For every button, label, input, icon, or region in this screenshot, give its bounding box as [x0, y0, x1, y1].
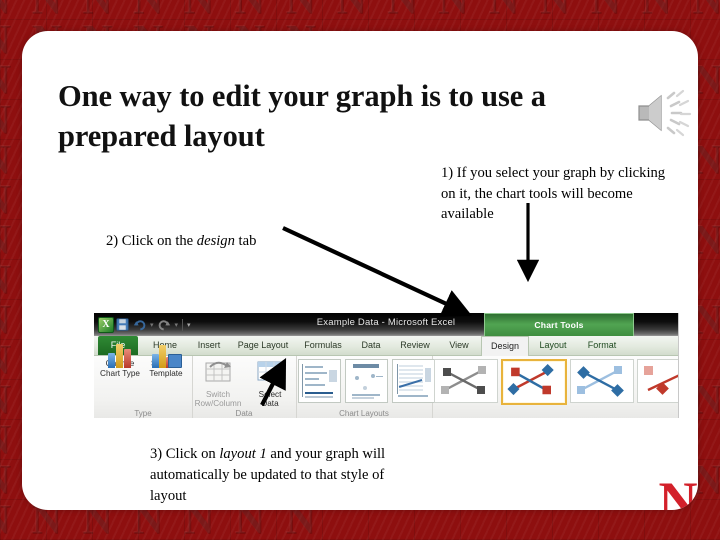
- tab-layout[interactable]: Layout: [531, 336, 575, 355]
- page-title: One way to edit your graph is to use a p…: [58, 79, 546, 154]
- chart-layouts-gallery[interactable]: ▴ ▾ ▤: [298, 359, 452, 403]
- ribbon-group-type: Change Chart Type Save As Template Type: [94, 344, 194, 418]
- chart-style-thumb-2[interactable]: [501, 359, 567, 405]
- chart-layout-thumb-3[interactable]: [392, 359, 435, 403]
- tab-page-layout[interactable]: Page Layout: [232, 336, 294, 355]
- svg-text:N: N: [659, 472, 698, 510]
- ribbon-group-chart-layouts: ▴ ▾ ▤ Chart Layouts: [296, 356, 452, 418]
- slide: N N N N N N N N N N N N N N N N N N N N …: [0, 0, 720, 540]
- chart-tools-label: Chart Tools: [534, 320, 584, 330]
- excel-title-bar: X ▾ ▾ ▾ Example Data - Microsoft Excel C…: [94, 313, 678, 337]
- chart-tools-contextual-header: Chart Tools: [484, 313, 634, 337]
- annotation-step-3: 3) Click on layout 1 and your graph will…: [150, 444, 390, 507]
- annotation-step-2-prefix: 2) Click on the: [106, 233, 197, 249]
- ribbon-group-chart-styles: Chart Styles: [432, 356, 678, 418]
- switch-row-column-button[interactable]: Switch Row/Column: [190, 359, 246, 409]
- annotation-step-3-prefix: 3) Click on: [150, 446, 220, 462]
- speaker-sound-icon[interactable]: [633, 88, 695, 138]
- annotation-step-2-suffix: tab: [234, 233, 257, 249]
- ribbon-group-data-label: Data: [235, 409, 253, 418]
- ribbon-group-chart-layouts-label: Chart Layouts: [339, 409, 389, 418]
- select-data-button[interactable]: Select Data: [242, 359, 298, 409]
- save-as-template-button[interactable]: Save As Template: [138, 345, 194, 378]
- ribbon-group-data: Switch Row/Column Select Data Data: [192, 356, 297, 418]
- annotation-step-1: 1) If you select your graph by clicking …: [441, 165, 666, 222]
- excel-ribbon-screenshot: X ▾ ▾ ▾ Example Data - Microsoft Excel C…: [94, 313, 679, 418]
- chart-layout-thumb-2[interactable]: [345, 359, 388, 403]
- tab-format[interactable]: Format: [579, 336, 625, 355]
- select-data-label: Select Data: [258, 389, 282, 409]
- nebraska-n-logo: N: [651, 470, 698, 510]
- chart-style-thumb-3[interactable]: [570, 359, 634, 403]
- annotation-step-3-emphasis: layout 1: [219, 446, 267, 462]
- chart-style-thumb-4[interactable]: [637, 359, 678, 403]
- ribbon-body: Change Chart Type Save As Template Type: [94, 344, 678, 418]
- ribbon-group-type-label: Type: [134, 409, 152, 418]
- annotation-step-2-emphasis: design: [196, 233, 235, 249]
- chart-layout-thumb-1[interactable]: [298, 359, 341, 403]
- tab-formulas[interactable]: Formulas: [297, 336, 349, 355]
- tab-insert[interactable]: Insert: [189, 336, 229, 355]
- annotation-step-2: 2) Click on the design tab: [106, 231, 336, 252]
- select-data-icon: [242, 359, 298, 388]
- tab-review[interactable]: Review: [393, 336, 437, 355]
- tab-design[interactable]: Design: [481, 336, 529, 356]
- chart-styles-gallery[interactable]: [434, 359, 678, 405]
- switch-row-column-label: Switch Row/Column: [194, 389, 242, 409]
- tab-view[interactable]: View: [441, 336, 477, 355]
- chart-style-thumb-1[interactable]: [434, 359, 498, 403]
- ribbon-tab-strip: File Home Insert Page Layout Formulas Da…: [94, 336, 678, 356]
- tab-data[interactable]: Data: [353, 336, 389, 355]
- content-card: One way to edit your graph is to use a p…: [22, 31, 698, 510]
- switch-row-column-icon: [190, 359, 246, 388]
